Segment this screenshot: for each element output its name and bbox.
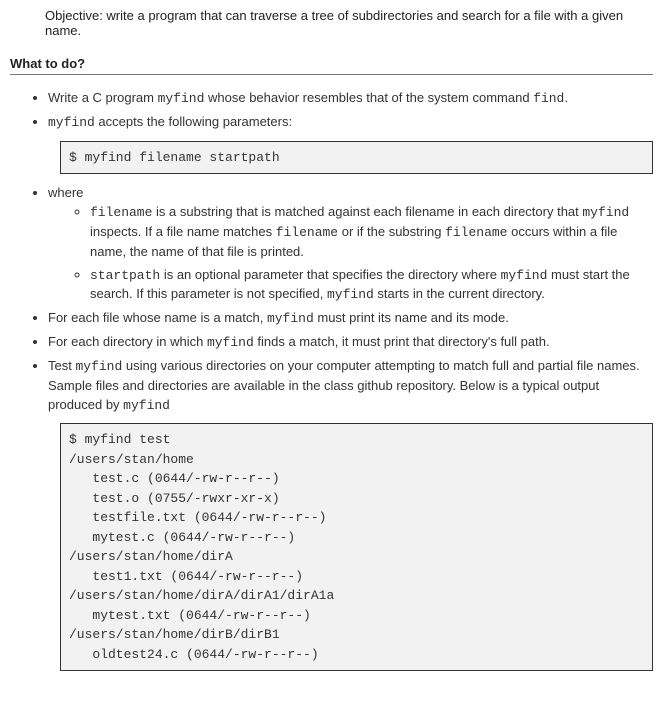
code-inline: myfind	[582, 205, 629, 220]
code-inline: find	[533, 91, 564, 106]
code-inline: myfind	[158, 91, 205, 106]
list-item: where filename is a substring that is ma…	[48, 184, 653, 305]
code-inline: myfind	[207, 335, 254, 350]
code-inline: myfind	[501, 268, 548, 283]
code-inline: myfind	[267, 311, 314, 326]
list-item: For each file whose name is a match, myf…	[48, 309, 653, 329]
text: For each directory in which	[48, 334, 207, 349]
output-codebox: $ myfind test /users/stan/home test.c (0…	[60, 423, 653, 671]
usage-codebox: $ myfind filename startpath	[60, 141, 653, 175]
code-inline: filename	[276, 225, 338, 240]
list-item: myfind accepts the following parameters:	[48, 113, 653, 133]
text: starts in the current directory.	[374, 286, 545, 301]
text: or if the substring	[338, 224, 445, 239]
list-item: Test myfind using various directories on…	[48, 357, 653, 416]
text: where	[48, 185, 83, 200]
text: must print its name and its mode.	[314, 310, 509, 325]
list-item: startpath is an optional parameter that …	[90, 266, 653, 306]
instruction-list: Write a C program myfind whose behavior …	[10, 89, 653, 133]
text: .	[564, 90, 568, 105]
objective-text: Objective: write a program that can trav…	[45, 8, 653, 38]
code-inline: myfind	[327, 287, 374, 302]
list-item: Write a C program myfind whose behavior …	[48, 89, 653, 109]
text: Test	[48, 358, 75, 373]
text: For each file whose name is a match,	[48, 310, 267, 325]
code-inline: myfind	[123, 398, 170, 413]
text: Write a C program	[48, 90, 158, 105]
code-inline: myfind	[75, 359, 122, 374]
code-inline: startpath	[90, 268, 160, 283]
sub-list: filename is a substring that is matched …	[48, 203, 653, 305]
code-inline: filename	[445, 225, 507, 240]
list-item: For each directory in which myfind finds…	[48, 333, 653, 353]
list-item: filename is a substring that is matched …	[90, 203, 653, 262]
text: accepts the following parameters:	[95, 114, 292, 129]
instruction-list-continued: where filename is a substring that is ma…	[10, 184, 653, 415]
code-inline: filename	[90, 205, 152, 220]
text: is a substring that is matched against e…	[152, 204, 582, 219]
text: whose behavior resembles that of the sys…	[204, 90, 533, 105]
code-inline: myfind	[48, 115, 95, 130]
text: is an optional parameter that specifies …	[160, 267, 500, 282]
text: finds a match, it must print that direct…	[254, 334, 550, 349]
section-header: What to do?	[10, 56, 653, 75]
text: inspects. If a file name matches	[90, 224, 276, 239]
